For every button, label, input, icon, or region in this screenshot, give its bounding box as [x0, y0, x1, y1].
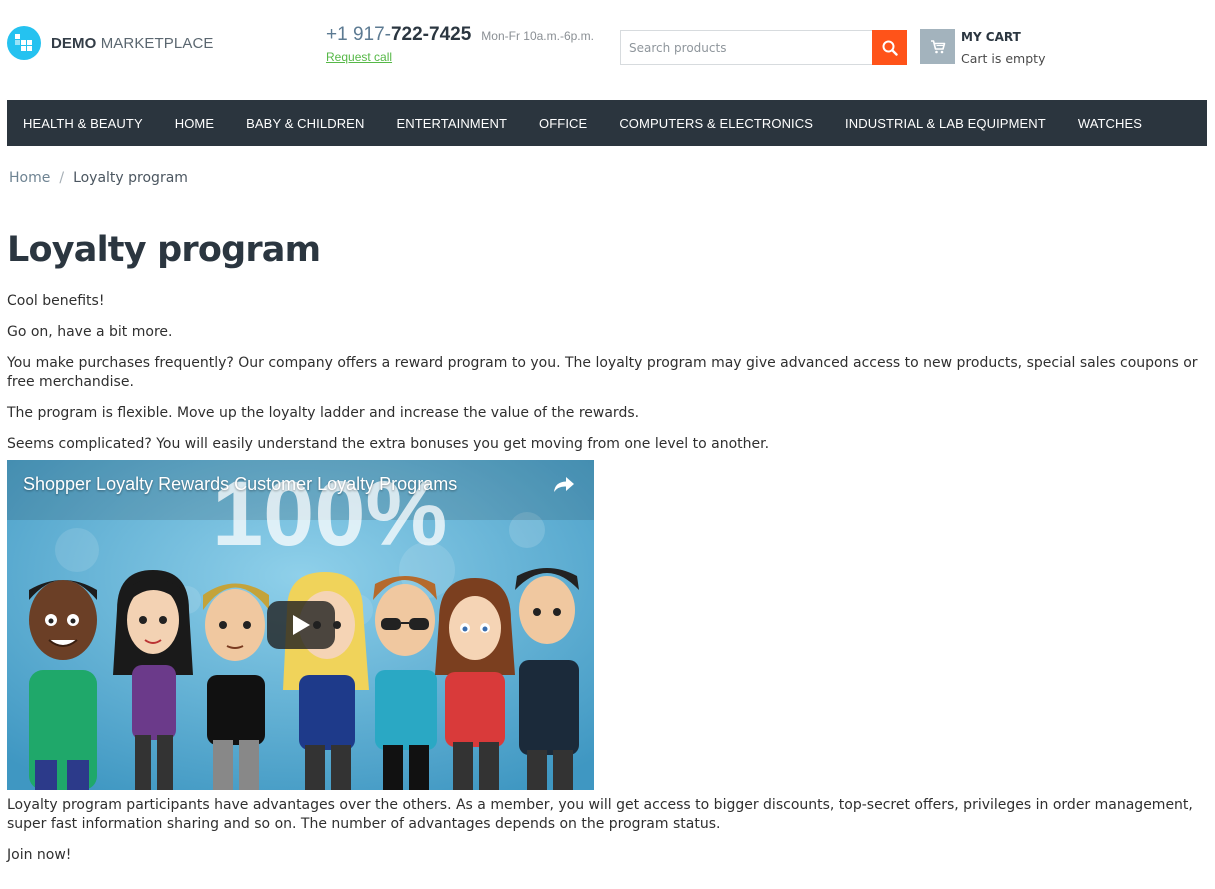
share-icon[interactable] [553, 474, 575, 498]
page-title: Loyalty program [7, 230, 321, 270]
phone-number: 722-7425 [390, 24, 472, 45]
cart-icon [930, 39, 945, 53]
breadcrumb-separator: / [59, 170, 65, 186]
play-button[interactable] [267, 601, 335, 649]
nav-item-office[interactable]: OFFICE [539, 116, 587, 131]
video-player[interactable]: 100% Shopper Loyalty Rewards Customer Lo… [7, 460, 594, 790]
breadcrumb-current: Loyalty program [73, 170, 188, 186]
breadcrumb-home-link[interactable]: Home [9, 170, 50, 186]
site-logo[interactable]: DEMO MARKETPLACE [7, 26, 213, 60]
search-input[interactable] [620, 30, 872, 65]
main-nav: HEALTH & BEAUTY HOME BABY & CHILDREN ENT… [7, 100, 1207, 146]
paragraph-have-more: Go on, have a bit more. [7, 324, 173, 340]
paragraph-join-now: Join now! [7, 847, 72, 863]
breadcrumb: Home / Loyalty program [9, 170, 188, 186]
nav-item-entertainment[interactable]: ENTERTAINMENT [396, 116, 507, 131]
paragraph-complicated: Seems complicated? You will easily under… [7, 436, 770, 452]
paragraph-reward-program: You make purchases frequently? Our compa… [7, 355, 1198, 390]
nav-item-computers-electronics[interactable]: COMPUTERS & ELECTRONICS [619, 116, 813, 131]
search-bar [620, 30, 907, 65]
business-hours: Mon-Fr 10a.m.-6p.m. [481, 29, 594, 43]
video-title: Shopper Loyalty Rewards Customer Loyalty… [23, 474, 458, 494]
cart-icon-box [920, 29, 955, 64]
nav-item-baby-children[interactable]: BABY & CHILDREN [246, 116, 364, 131]
contact-block: +1 917- 722-7425 Mon-Fr 10a.m.-6p.m. Req… [326, 24, 594, 66]
site-header: DEMO MARKETPLACE +1 917- 722-7425 Mon-Fr… [0, 0, 1215, 100]
cart-title: MY CART [961, 30, 1021, 44]
logo-text: DEMO MARKETPLACE [51, 35, 213, 52]
logo-text-bold: DEMO [51, 34, 97, 52]
search-icon [882, 40, 898, 56]
nav-item-home[interactable]: HOME [175, 116, 214, 131]
nav-item-health-beauty[interactable]: HEALTH & BEAUTY [23, 116, 143, 131]
paragraph-flexible: The program is flexible. Move up the loy… [7, 405, 640, 421]
play-icon [293, 615, 310, 635]
paragraph-cool-benefits: Cool benefits! [7, 293, 105, 309]
cart-status: Cart is empty [961, 51, 1046, 66]
grid-logo-icon [7, 26, 41, 60]
cart-widget[interactable]: MY CART Cart is empty [920, 29, 1045, 66]
search-button[interactable] [872, 30, 907, 65]
nav-item-industrial-lab[interactable]: INDUSTRIAL & LAB EQUIPMENT [845, 116, 1046, 131]
request-call-link[interactable]: Request call [326, 50, 392, 64]
phone-prefix: +1 917- [326, 24, 391, 45]
paragraph-advantages: Loyalty program participants have advant… [7, 797, 1193, 832]
nav-item-watches[interactable]: WATCHES [1078, 116, 1142, 131]
logo-text-light: MARKETPLACE [100, 34, 214, 52]
character-1 [29, 580, 97, 790]
